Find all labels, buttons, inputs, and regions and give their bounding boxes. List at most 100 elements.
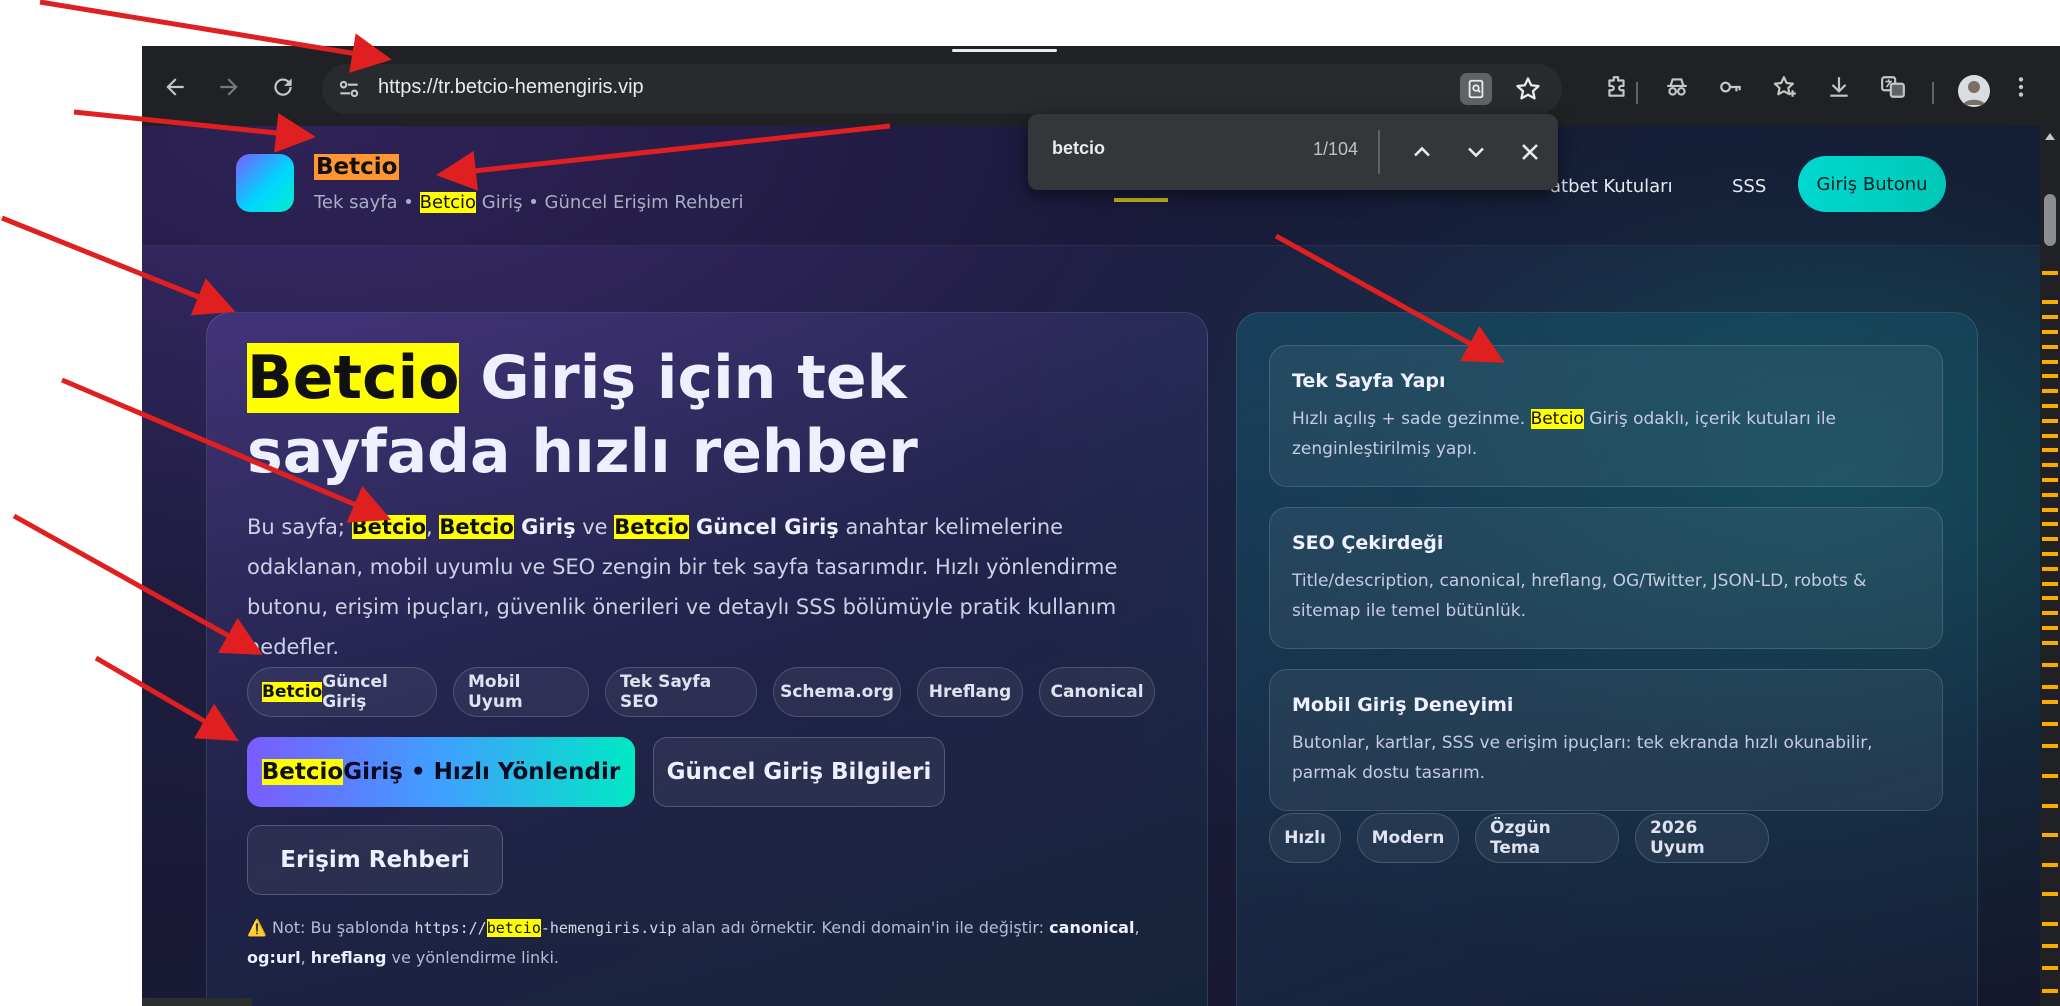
hero-note: ⚠️ Not: Bu şablonda https://betcio-hemen…	[247, 918, 1140, 967]
site-info-icon[interactable]	[336, 76, 362, 102]
reload-icon[interactable]	[266, 70, 300, 104]
find-input[interactable]: betcio	[1052, 138, 1272, 159]
find-match-marker	[2042, 315, 2058, 320]
scroll-up-icon[interactable]	[2044, 130, 2056, 142]
feature-seo-core: SEO Çekirdeği Title/description, canonic…	[1269, 507, 1943, 649]
download-icon[interactable]	[1822, 70, 1856, 104]
back-icon[interactable]	[158, 70, 192, 104]
find-highlight: Betcio	[419, 192, 477, 213]
find-match-marker	[2042, 330, 2058, 334]
bookmark-star-icon[interactable]	[1514, 75, 1542, 103]
find-match-marker	[2042, 722, 2058, 727]
chip-modern[interactable]: Modern	[1357, 813, 1459, 863]
page-scrollbar[interactable]	[2040, 126, 2060, 1006]
find-match-marker	[2042, 774, 2058, 778]
find-match-marker	[2042, 862, 2058, 867]
find-match-marker	[2042, 448, 2058, 453]
find-match-marker	[2042, 433, 2058, 438]
find-previous-icon[interactable]	[1408, 138, 1436, 166]
chip-hreflang[interactable]: Hreflang	[917, 667, 1023, 717]
find-match-marker	[2042, 685, 2058, 690]
find-match-marker	[2042, 404, 2058, 408]
find-in-page-bar: betcio 1/104	[1028, 114, 1558, 190]
find-match-marker	[2042, 626, 2058, 630]
password-key-icon[interactable]	[1714, 70, 1748, 104]
find-match-marker	[2042, 270, 2058, 275]
find-match-marker	[2042, 300, 2058, 305]
find-match-marker	[2042, 492, 2058, 497]
web-page: Betcio Tek sayfa • Betcio Giriş • Güncel…	[142, 126, 2040, 1006]
find-match-marker	[2042, 552, 2058, 556]
chip-mobile[interactable]: Mobil Uyum	[453, 667, 589, 717]
chip-schema[interactable]: Schema.org	[773, 667, 901, 717]
feature-mobile-login: Mobil Giriş Deneyimi Butonlar, kartlar, …	[1269, 669, 1943, 811]
quick-redirect-button[interactable]: Betcio Giriş • Hızlı Yönlendir	[247, 737, 635, 807]
current-login-info-button[interactable]: Güncel Giriş Bilgileri	[653, 737, 945, 807]
find-match-marker	[2042, 389, 2058, 394]
login-cta-button[interactable]: Giriş Butonu	[1798, 156, 1946, 212]
url-text[interactable]: https://tr.betcio-hemengiris.vip	[378, 76, 644, 99]
find-match-marker	[2042, 463, 2058, 468]
forward-icon[interactable]	[212, 70, 246, 104]
find-match-marker	[2042, 640, 2058, 645]
status-bubble	[142, 998, 252, 1006]
extensions-icon[interactable]	[1600, 70, 1634, 104]
feature-single-page: Tek Sayfa Yapı Hızlı açılış + sade gezin…	[1269, 345, 1943, 487]
hero-description: Bu sayfa; Betcio, Betcio Giriş ve Betcio…	[247, 515, 1118, 659]
toolbar-separator	[1932, 82, 1934, 104]
features-card: Tek Sayfa Yapı Hızlı açılış + sade gezin…	[1236, 312, 1978, 1006]
find-match-marker	[2042, 581, 2058, 586]
brand-tagline: Tek sayfa • Betcio Giriş • Güncel Erişim…	[314, 192, 744, 213]
find-match-marker	[2042, 803, 2058, 808]
find-match-marker	[2042, 359, 2058, 364]
translate-icon[interactable]	[1876, 70, 1910, 104]
favorites-star-icon[interactable]	[1768, 70, 1802, 104]
find-match-marker	[2042, 700, 2058, 704]
find-match-marker	[2042, 966, 2058, 971]
incognito-icon[interactable]	[1660, 70, 1694, 104]
chip-original-theme[interactable]: Özgün Tema	[1475, 813, 1619, 863]
site-logo[interactable]	[236, 154, 294, 212]
find-match-marker	[2042, 507, 2058, 512]
chip-current-login[interactable]: Betcio Güncel Giriş	[247, 667, 437, 717]
find-next-icon[interactable]	[1462, 138, 1490, 166]
find-match-marker	[2042, 596, 2058, 601]
find-match-marker	[2042, 537, 2058, 542]
find-match-marker	[2042, 478, 2058, 482]
find-match-marker	[2042, 344, 2058, 349]
find-highlight: Betcio	[247, 343, 460, 413]
tab-strip-handle[interactable]	[952, 49, 1057, 52]
access-guide-button[interactable]: Erişim Rehberi	[247, 825, 503, 895]
find-divider	[1378, 130, 1380, 174]
toolbar-separator	[1636, 82, 1638, 104]
warning-icon: ⚠️	[247, 918, 267, 937]
find-match-marker	[2042, 418, 2058, 423]
scrollbar-thumb[interactable]	[2044, 194, 2056, 246]
chip-single-page-seo[interactable]: Tek Sayfa SEO	[605, 667, 757, 717]
hero-title: Betcio Giriş için tek sayfada hızlı rehb…	[247, 343, 918, 487]
brand-name[interactable]: Betcio	[314, 154, 400, 180]
find-close-icon[interactable]	[1516, 138, 1544, 166]
hero-card: Betcio Giriş için tek sayfada hızlı rehb…	[206, 312, 1208, 1006]
browser-window: https://tr.betcio-hemengiris.vip Betcio …	[142, 46, 2060, 1006]
find-match-marker	[2042, 833, 2058, 838]
chip-2026[interactable]: 2026 Uyum	[1635, 813, 1769, 863]
find-match-marker	[2042, 522, 2058, 527]
find-match-marker	[2042, 944, 2058, 949]
address-bar[interactable]: https://tr.betcio-hemengiris.vip	[322, 64, 1562, 114]
nav-link-faq[interactable]: SSS	[1732, 176, 1766, 197]
find-match-count: 1/104	[1312, 139, 1358, 159]
search-in-page-icon[interactable]	[1460, 73, 1492, 105]
find-match-marker	[2042, 374, 2058, 379]
profile-avatar[interactable]	[1958, 75, 1990, 107]
browser-toolbar: https://tr.betcio-hemengiris.vip	[142, 56, 2060, 120]
nav-link-betbox[interactable]: atbet Kutuları	[1550, 176, 1673, 197]
find-match-marker	[2042, 663, 2058, 667]
find-match-marker	[2042, 566, 2058, 571]
find-match-marker	[2042, 922, 2058, 926]
browser-menu-icon[interactable]	[2004, 70, 2038, 104]
find-match-marker	[2042, 611, 2058, 616]
chip-fast[interactable]: Hızlı	[1269, 813, 1341, 863]
find-highlight	[1114, 198, 1168, 202]
chip-canonical[interactable]: Canonical	[1039, 667, 1155, 717]
